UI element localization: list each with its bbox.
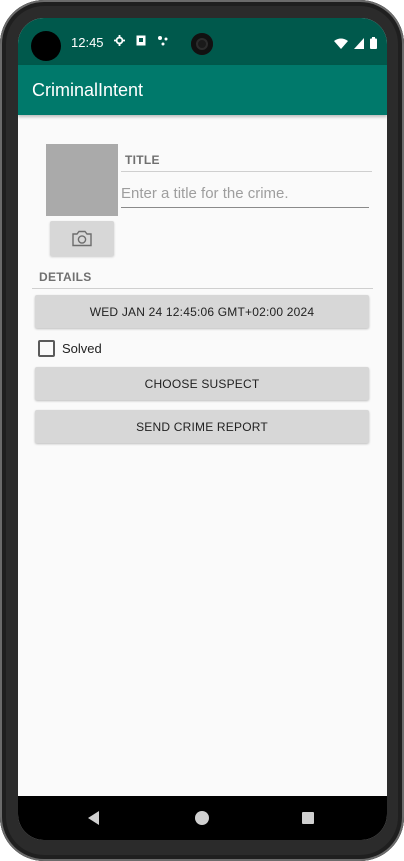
device-frame: 12:45 CriminalIntent TITLE Enter a title… — [0, 0, 404, 861]
solved-label: Solved — [62, 341, 102, 356]
status-time: 12:45 — [71, 35, 104, 50]
data-saver-icon — [157, 35, 169, 49]
crime-title-input[interactable] — [121, 182, 369, 208]
crime-date-button[interactable]: WED JAN 24 12:45:06 GMT+02:00 2024 — [35, 295, 369, 328]
app-bar: CriminalIntent — [18, 65, 387, 115]
details-divider — [32, 288, 373, 289]
app-title: CriminalIntent — [32, 80, 144, 100]
recents-icon[interactable] — [302, 812, 314, 824]
choose-suspect-button[interactable]: CHOOSE SUSPECT — [35, 367, 369, 400]
status-left-icons — [113, 35, 169, 49]
wifi-icon — [334, 36, 348, 54]
home-icon[interactable] — [195, 811, 209, 825]
signal-icon — [354, 36, 364, 54]
solved-checkbox[interactable] — [38, 340, 55, 357]
battery-icon — [370, 36, 377, 54]
gear-icon — [113, 35, 125, 49]
front-camera-hole — [31, 31, 61, 61]
screen: 12:45 CriminalIntent TITLE Enter a title… — [18, 18, 387, 840]
camera-lens-icon — [191, 33, 213, 55]
title-divider — [121, 171, 372, 172]
camera-icon — [72, 230, 92, 247]
status-right-icons — [334, 36, 377, 54]
crime-photo — [46, 144, 118, 216]
navigation-bar — [18, 796, 387, 840]
details-label: DETAILS — [39, 270, 92, 284]
status-bar: 12:45 — [18, 18, 387, 65]
camera-button[interactable] — [50, 221, 114, 256]
title-label: TITLE — [125, 153, 160, 167]
sim-icon — [135, 35, 147, 49]
solved-checkbox-row[interactable]: Solved — [38, 340, 102, 357]
send-crime-report-button[interactable]: SEND CRIME REPORT — [35, 410, 369, 443]
back-icon[interactable] — [88, 811, 99, 825]
